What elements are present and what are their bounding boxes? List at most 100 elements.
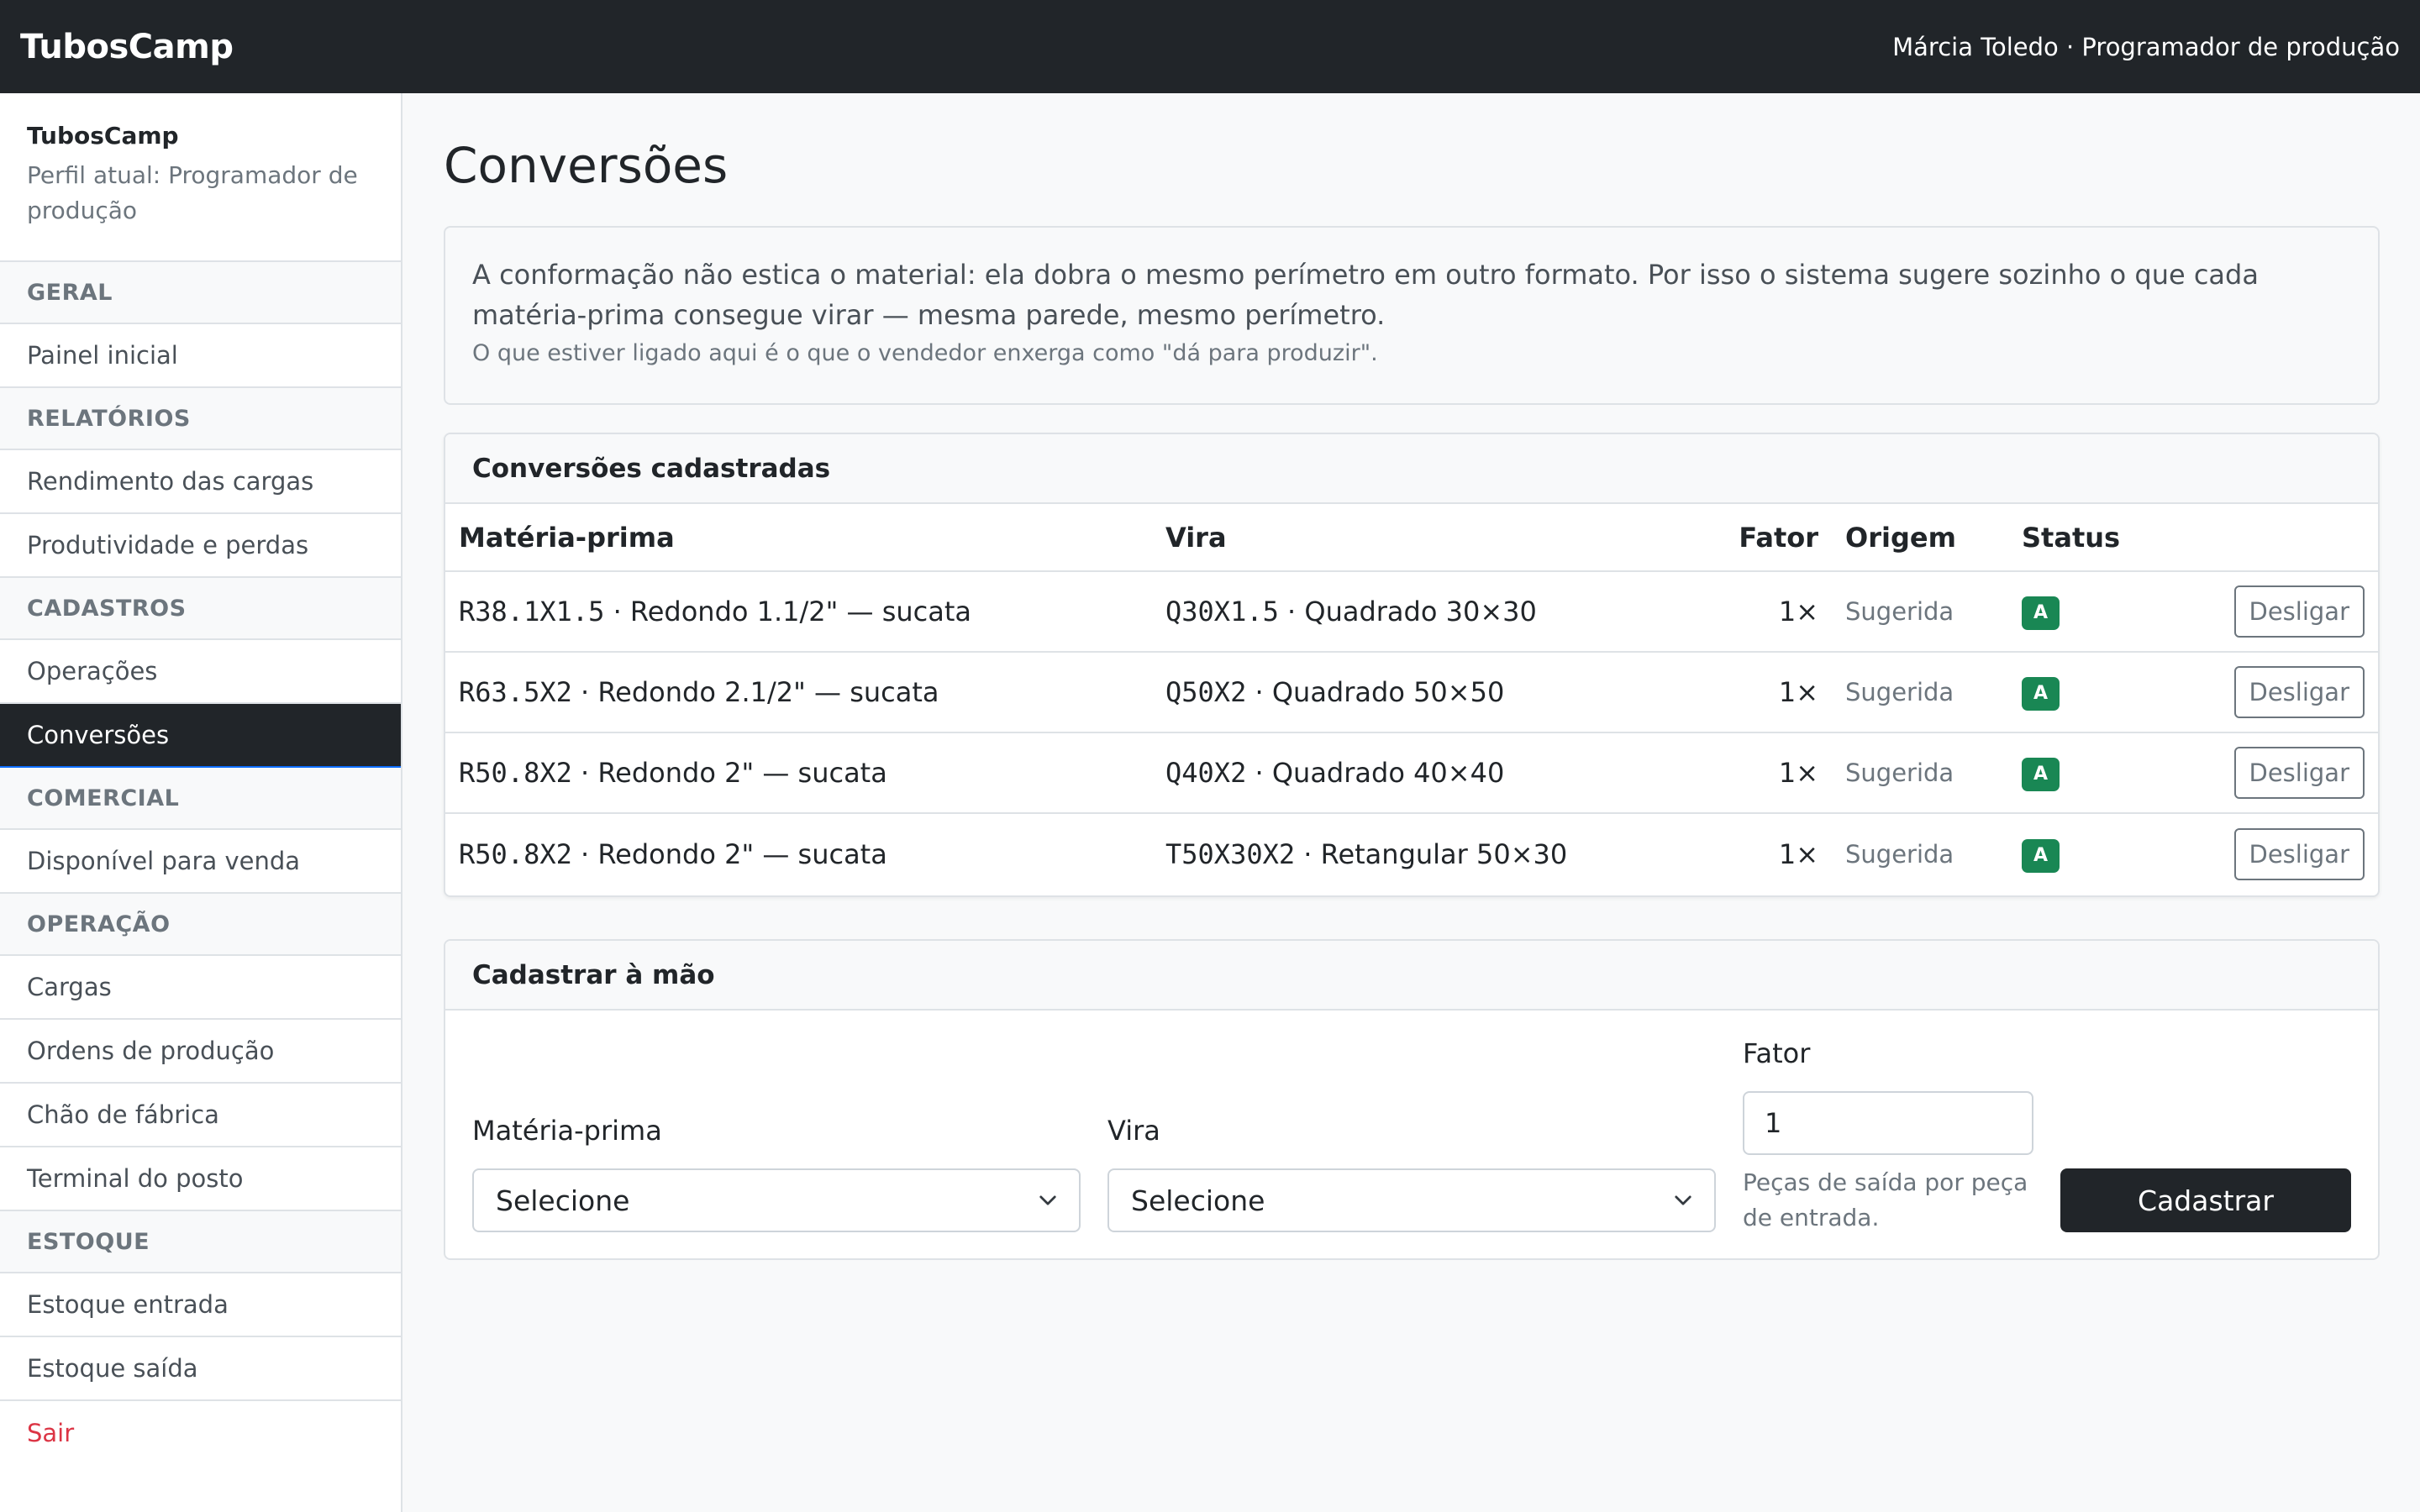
cell-action: Desligar bbox=[2143, 571, 2378, 653]
header-origem: Origem bbox=[1832, 504, 2008, 572]
cell-vira: T50X30X2 · Retangular 50×30 bbox=[1152, 813, 1724, 894]
cell-vira: Q30X1.5 · Quadrado 30×30 bbox=[1152, 571, 1724, 653]
desligar-button[interactable]: Desligar bbox=[2233, 827, 2365, 880]
sidebar-section-estoque: ESTOQUE bbox=[0, 1211, 401, 1273]
materia-code: R38.1X1.5 bbox=[459, 596, 605, 627]
sidebar-item-estoque-entrada[interactable]: Estoque entrada bbox=[0, 1273, 401, 1337]
materia-code: R50.8X2 bbox=[459, 757, 572, 789]
sidebar-item-disponivel[interactable]: Disponível para venda bbox=[0, 830, 401, 894]
materia-prima-select[interactable]: Selecione bbox=[472, 1168, 1081, 1232]
vira-desc: · Quadrado 50×50 bbox=[1246, 676, 1505, 708]
materia-prima-select-value: Selecione bbox=[496, 1184, 630, 1217]
materia-desc: · Redondo 2" — sucata bbox=[571, 837, 887, 870]
sidebar-item-estoque-saida[interactable]: Estoque saída bbox=[0, 1337, 401, 1401]
brand-logo[interactable]: TubosCamp bbox=[20, 28, 234, 66]
sidebar-item-painel-inicial[interactable]: Painel inicial bbox=[0, 324, 401, 388]
info-note: O que estiver ligado aqui é o que o vend… bbox=[472, 340, 1378, 366]
materia-prima-label: Matéria-prima bbox=[472, 1115, 662, 1147]
sidebar-item-terminal[interactable]: Terminal do posto bbox=[0, 1147, 401, 1211]
header-vira: Vira bbox=[1152, 504, 1724, 572]
sidebar-item-sair[interactable]: Sair bbox=[0, 1401, 401, 1465]
info-box: A conformação não estica o material: ela… bbox=[444, 226, 2380, 405]
vira-code: Q40X2 bbox=[1165, 757, 1247, 789]
vira-select[interactable]: Selecione bbox=[1107, 1168, 1716, 1232]
cell-materia-prima: R38.1X1.5 · Redondo 1.1/2" — sucata bbox=[445, 571, 1152, 653]
conversions-table: Matéria-prima Vira Fator Origem Status R… bbox=[445, 504, 2378, 894]
status-badge: A bbox=[2022, 677, 2060, 711]
fator-help-text: Peças de saída por peça de entrada. bbox=[1743, 1168, 2028, 1231]
materia-code: R50.8X2 bbox=[459, 837, 572, 870]
chevron-down-icon bbox=[1675, 1195, 1691, 1205]
fator-label: Fator bbox=[1743, 1037, 1811, 1069]
cell-status: A bbox=[2008, 813, 2143, 894]
conversions-card-title: Conversões cadastradas bbox=[445, 434, 2378, 504]
vira-label: Vira bbox=[1107, 1115, 1160, 1147]
sidebar-item-conversoes[interactable]: Conversões bbox=[0, 704, 401, 768]
materia-code: R63.5X2 bbox=[459, 676, 572, 708]
desligar-button[interactable]: Desligar bbox=[2233, 585, 2365, 638]
header-fator: Fator bbox=[1724, 504, 1832, 572]
table-header-row: Matéria-prima Vira Fator Origem Status bbox=[445, 504, 2378, 572]
conversions-card: Conversões cadastradas Matéria-prima Vir… bbox=[444, 433, 2380, 897]
main-content: Conversões A conformação não estica o ma… bbox=[444, 93, 2380, 1260]
fator-input[interactable]: 1 bbox=[1743, 1091, 2033, 1155]
cell-vira: Q50X2 · Quadrado 50×50 bbox=[1152, 652, 1724, 733]
sidebar-section-relatorios: RELATÓRIOS bbox=[0, 388, 401, 450]
cell-status: A bbox=[2008, 652, 2143, 733]
vira-code: Q50X2 bbox=[1165, 676, 1247, 708]
table-row: R50.8X2 · Redondo 2" — sucata Q40X2 · Qu… bbox=[445, 732, 2378, 814]
cell-origem: Sugerida bbox=[1845, 839, 1954, 869]
top-navbar: TubosCamp Márcia Toledo · Programador de… bbox=[0, 0, 2420, 93]
current-user: Márcia Toledo · Programador de produção bbox=[1892, 32, 2400, 61]
manual-register-card: Cadastrar à mão Matéria-prima Selecione … bbox=[444, 939, 2380, 1260]
cadastrar-button[interactable]: Cadastrar bbox=[2060, 1168, 2351, 1232]
sidebar: TubosCamp Perfil atual: Programador de p… bbox=[0, 93, 402, 1512]
sidebar-item-produtividade[interactable]: Produtividade e perdas bbox=[0, 514, 401, 578]
table-row: R50.8X2 · Redondo 2" — sucata T50X30X2 ·… bbox=[445, 813, 2378, 894]
materia-desc: · Redondo 1.1/2" — sucata bbox=[604, 596, 972, 627]
vira-code: T50X30X2 bbox=[1165, 837, 1296, 870]
sidebar-brand: TubosCamp bbox=[27, 122, 179, 150]
header-status: Status bbox=[2008, 504, 2143, 572]
cell-status: A bbox=[2008, 732, 2143, 814]
status-badge: A bbox=[2022, 758, 2060, 791]
cell-status: A bbox=[2008, 571, 2143, 653]
sidebar-item-cargas[interactable]: Cargas bbox=[0, 956, 401, 1020]
cell-origem: Sugerida bbox=[1832, 732, 2008, 814]
cell-materia-prima: R50.8X2 · Redondo 2" — sucata bbox=[445, 813, 1152, 894]
cell-vira: Q40X2 · Quadrado 40×40 bbox=[1152, 732, 1724, 814]
cell-action: Desligar bbox=[2143, 732, 2378, 814]
cell-fator: 1× bbox=[1724, 732, 1832, 814]
status-badge: A bbox=[2022, 596, 2060, 630]
cell-origem: Sugerida bbox=[1832, 571, 2008, 653]
cell-action: Desligar bbox=[2143, 652, 2378, 733]
vira-desc: · Retangular 50×30 bbox=[1295, 837, 1568, 870]
sidebar-section-cadastros: CADASTROS bbox=[0, 578, 401, 640]
table-row: R63.5X2 · Redondo 2.1/2" — sucata Q50X2 … bbox=[445, 652, 2378, 733]
header-materia-prima: Matéria-prima bbox=[445, 504, 1152, 572]
sidebar-section-geral: GERAL bbox=[0, 262, 401, 324]
cell-origem: Sugerida bbox=[1832, 652, 2008, 733]
vira-select-value: Selecione bbox=[1131, 1184, 1265, 1217]
page-title: Conversões bbox=[444, 137, 729, 194]
sidebar-item-chao-fabrica[interactable]: Chão de fábrica bbox=[0, 1084, 401, 1147]
sidebar-section-comercial: COMERCIAL bbox=[0, 768, 401, 830]
sidebar-item-operacoes[interactable]: Operações bbox=[0, 640, 401, 704]
manual-register-form: Matéria-prima Selecione Vira Selecione F… bbox=[445, 1011, 2378, 1258]
sidebar-item-rendimento[interactable]: Rendimento das cargas bbox=[0, 450, 401, 514]
desligar-button[interactable]: Desligar bbox=[2233, 747, 2365, 799]
desligar-button[interactable]: Desligar bbox=[2233, 666, 2365, 718]
vira-desc: · Quadrado 40×40 bbox=[1246, 757, 1505, 789]
sidebar-header: TubosCamp Perfil atual: Programador de p… bbox=[0, 93, 401, 262]
info-text: A conformação não estica o material: ela… bbox=[472, 259, 2259, 331]
cell-fator: 1× bbox=[1724, 571, 1832, 653]
cell-action: Desligar bbox=[2143, 813, 2378, 894]
materia-desc: · Redondo 2" — sucata bbox=[571, 757, 887, 789]
status-badge: A bbox=[2022, 838, 2060, 873]
table-row: R38.1X1.5 · Redondo 1.1/2" — sucata Q30X… bbox=[445, 571, 2378, 653]
sidebar-item-ordens[interactable]: Ordens de produção bbox=[0, 1020, 401, 1084]
vira-desc: · Quadrado 30×30 bbox=[1278, 596, 1537, 627]
sidebar-section-operacao: OPERAÇÃO bbox=[0, 894, 401, 956]
materia-desc: · Redondo 2.1/2" — sucata bbox=[571, 676, 939, 708]
cell-fator: 1× bbox=[1724, 652, 1832, 733]
